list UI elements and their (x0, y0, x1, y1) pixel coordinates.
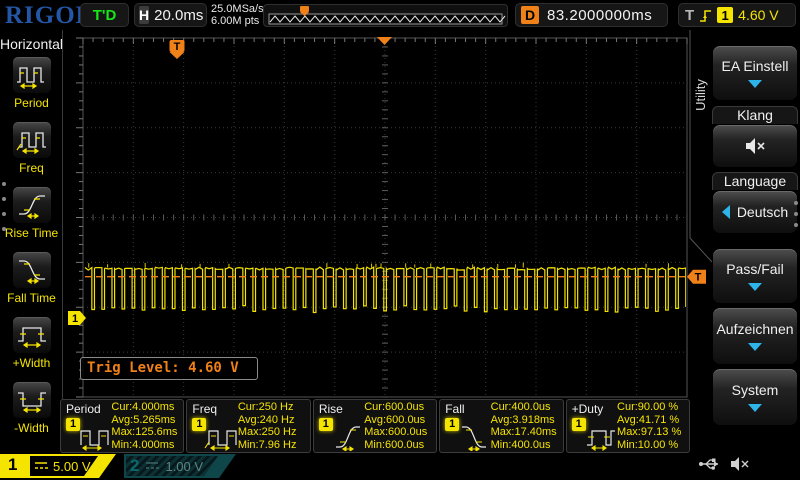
menu-button-klang-mute[interactable] (712, 124, 798, 168)
measurement-panel-freq[interactable]: Freq 1 Cur:250 HzAvg:240 Hz Max:250 HzMi… (186, 399, 310, 453)
trigger-level-value: 4.60 V (738, 7, 778, 23)
horizontal-icon: H (139, 6, 149, 24)
svg-text:1: 1 (72, 313, 78, 325)
left-menu-scroll-indicator (2, 182, 6, 231)
trigger-delay-box[interactable]: D 83.2000000ms (515, 3, 668, 27)
freq-icon (12, 121, 52, 159)
chevron-down-icon (748, 343, 762, 351)
menu-item-freq[interactable]: Freq (0, 121, 63, 175)
channel1-number: 1 (8, 455, 17, 475)
chevron-down-icon (748, 404, 762, 412)
fall-time-icon (12, 251, 52, 289)
fall-icon (456, 421, 494, 451)
trigger-status-badge[interactable]: T'D (80, 3, 129, 27)
measurement-bar: Period 1 Cur:4.000msAvg:5.265ms Max:125.… (60, 399, 690, 453)
delay-icon: D (521, 6, 539, 24)
acquisition-info: 25.0MSa/s 6.00M pts (211, 3, 264, 27)
plus-width-icon (12, 316, 52, 354)
channel1-scale: 5.00 V (53, 459, 91, 474)
channel2-info: 2 1.00 V (126, 456, 218, 476)
measurement-values: Cur:400.0usAvg:3.918ms Max:17.40msMin:40… (491, 401, 561, 451)
channel2-number: 2 (130, 456, 139, 476)
duty-icon (583, 421, 621, 451)
svg-text:T: T (174, 41, 181, 53)
memory-depth: 6.00M pts (211, 15, 264, 27)
rise-time-icon (12, 186, 52, 224)
menu-item-period[interactable]: Period (0, 56, 63, 110)
period-icon (12, 56, 52, 94)
trig-level-readout: Trig Level: 4.60 V (80, 357, 258, 380)
period-icon (77, 421, 115, 451)
dc-coupling-icon (145, 460, 159, 472)
measurement-values: Cur:600.0usAvg:600.0us Max:600.0usMin:60… (364, 401, 434, 451)
menu-button-system[interactable]: System (712, 368, 798, 426)
measurement-values: Cur:250 HzAvg:240 Hz Max:250 HzMin:7.96 … (238, 401, 308, 451)
measurement-values: Cur:4.000msAvg:5.265ms Max:125.6msMin:4.… (111, 401, 181, 451)
menu-item-pos-width[interactable]: +Width (0, 316, 63, 370)
rise-icon (330, 421, 368, 451)
measurement-panel-period[interactable]: Period 1 Cur:4.000msAvg:5.265ms Max:125.… (60, 399, 184, 453)
timebase-value: 20.0ms (154, 7, 203, 24)
sample-rate: 25.0MSa/s (211, 3, 264, 15)
klang-header: Klang (712, 106, 798, 124)
horizontal-timebase-box[interactable]: H 20.0ms (134, 3, 207, 27)
freq-icon (203, 421, 241, 451)
minus-width-icon (12, 381, 52, 419)
left-menu-title: Horizontal (0, 36, 63, 52)
measurement-values: Cur:90.00 %Avg:41.71 % Max:97.13 %Min:10… (617, 401, 687, 451)
chevron-left-icon (722, 205, 730, 219)
trigger-source-badge: 1 (717, 7, 733, 23)
speaker-muted-icon (730, 456, 750, 472)
trigger-settings-box[interactable]: T 1 4.60 V (678, 3, 796, 27)
menu-item-neg-width[interactable]: -Width (0, 381, 63, 435)
trigger-label: T (685, 7, 694, 24)
chevron-down-icon (748, 80, 762, 88)
svg-text:T: T (695, 272, 702, 284)
measurement-panel-duty[interactable]: +Duty 1 Cur:90.00 %Avg:41.71 % Max:97.13… (566, 399, 690, 453)
measurement-panel-rise[interactable]: Rise 1 Cur:600.0usAvg:600.0us Max:600.0u… (313, 399, 437, 453)
menu-item-rise-time[interactable]: Rise Time (0, 186, 63, 240)
menu-button-pass-fail[interactable]: Pass/Fail (712, 248, 798, 304)
menu-button-aufzeichnen[interactable]: Aufzeichnen (712, 307, 798, 365)
measurement-panel-fall[interactable]: Fall 1 Cur:400.0usAvg:3.918ms Max:17.40m… (439, 399, 563, 453)
right-menu-scroll-indicator (794, 201, 798, 227)
channel2-scale: 1.00 V (165, 459, 203, 474)
delay-value: 83.2000000ms (547, 7, 652, 24)
status-icon-tray (698, 456, 750, 472)
language-header: Language (712, 172, 798, 190)
speaker-muted-icon (744, 137, 766, 155)
rising-edge-icon (699, 8, 712, 23)
usb-icon (698, 457, 722, 471)
utility-tab-label: Utility (693, 55, 709, 135)
oscilloscope-screen: T1T RIGOL T'D H 20.0ms 25.0MSa/s 6.00M p… (0, 0, 800, 480)
menu-item-fall-time[interactable]: Fall Time (0, 251, 63, 305)
menu-button-ea-einstell[interactable]: EA Einstell (712, 45, 798, 101)
chevron-down-icon (748, 283, 762, 291)
menu-button-language[interactable]: Deutsch (712, 190, 798, 234)
memory-waveform-preview[interactable] (263, 4, 508, 27)
dc-coupling-icon (34, 460, 48, 472)
